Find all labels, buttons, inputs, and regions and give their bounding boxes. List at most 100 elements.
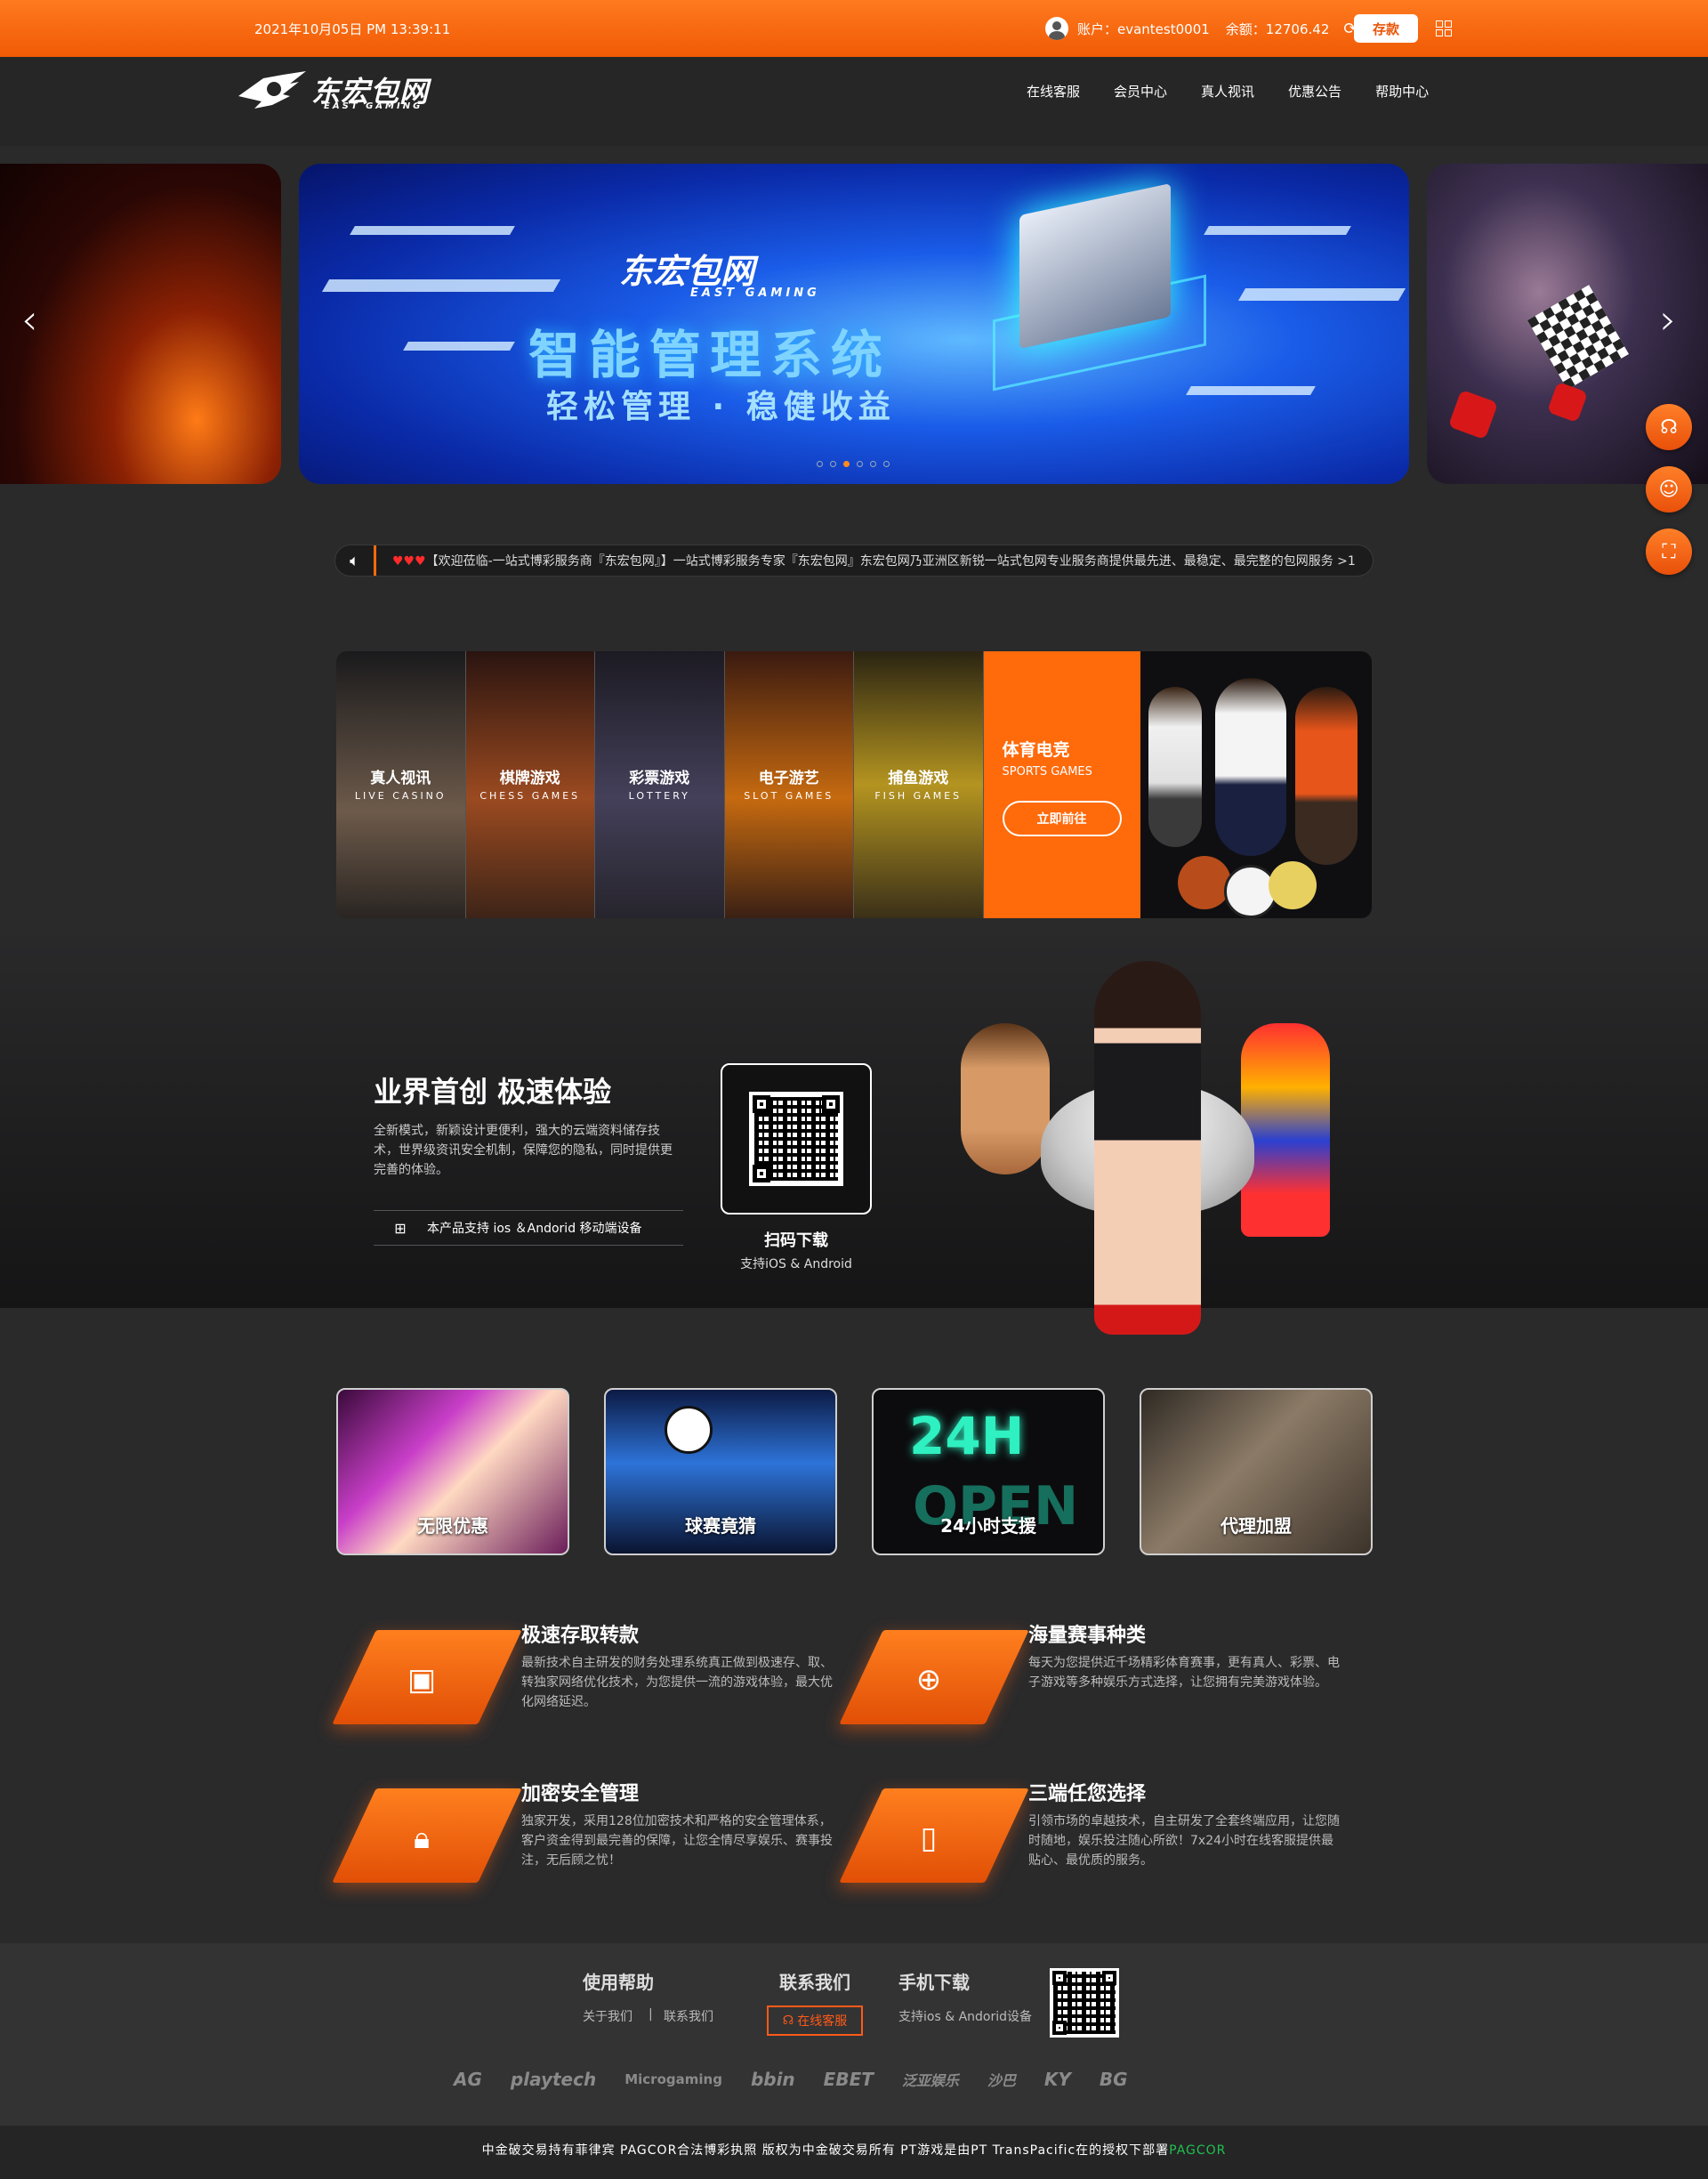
datetime-text: 2021年10月05日 PM 13:39:11 bbox=[254, 21, 451, 37]
eagle-logo-icon bbox=[238, 71, 306, 109]
carousel-dot[interactable] bbox=[817, 461, 823, 467]
scan-icon[interactable]: ⛶ bbox=[1646, 529, 1692, 575]
android-apple-icon: ⊞ bbox=[394, 1219, 407, 1237]
game-slot[interactable]: 电子游艺 SLOT GAMES bbox=[724, 651, 854, 918]
feature-card-24h-support[interactable]: 24H OPEN 24小时支援 bbox=[872, 1388, 1105, 1555]
game-fish[interactable]: 捕鱼游戏 FISH GAMES bbox=[854, 651, 984, 918]
user-avatar-icon[interactable] bbox=[1045, 17, 1068, 40]
app-support-text: 本产品支持 ios ＆Andorid 移动端设备 bbox=[427, 1222, 642, 1236]
headset-icon[interactable]: ☊ bbox=[1646, 404, 1692, 450]
app-qr-frame bbox=[721, 1063, 872, 1215]
service-desc: 引领市场的卓越技术，自主研发了全套终端应用，让您随时随地，娱乐投注随心所欲！7x… bbox=[1028, 1814, 1340, 1868]
feature-label: 球赛竟猜 bbox=[685, 1515, 756, 1537]
footer-contact-link[interactable]: 联系我们 bbox=[664, 2007, 713, 2025]
deposit-button[interactable]: 存款 bbox=[1354, 14, 1418, 43]
checkered-flag-image bbox=[1527, 285, 1630, 390]
jester-character-image bbox=[1241, 1023, 1330, 1237]
footer-qr-code[interactable] bbox=[1050, 1968, 1119, 2038]
app-heading: 业界首创 极速体验 bbox=[374, 1075, 612, 1109]
add-user-icon[interactable]: ☺ bbox=[1646, 466, 1692, 512]
service-title: 加密安全管理 bbox=[521, 1783, 640, 1805]
carousel-dot[interactable] bbox=[883, 461, 890, 467]
basketball-player-image bbox=[1294, 687, 1358, 865]
nav-promotions[interactable]: 优惠公告 bbox=[1288, 82, 1341, 101]
chevron-left-icon[interactable]: ‹ bbox=[21, 298, 46, 341]
game-title: 真人视讯 bbox=[370, 770, 431, 787]
footer-download-title: 手机下载 bbox=[898, 1972, 970, 1993]
nav-customer-service[interactable]: 在线客服 bbox=[1027, 82, 1080, 101]
nav-live-casino[interactable]: 真人视讯 bbox=[1201, 82, 1254, 101]
carousel-dots bbox=[817, 461, 890, 467]
copyright-text: 中金破交易持有菲律宾 PAGCOR合法博彩执照 版权为中金破交易所有 PT游戏是… bbox=[481, 2143, 1170, 2158]
feature-card-promotions[interactable]: 无限优惠 bbox=[336, 1388, 569, 1555]
speaker-icon: 🔈︎ bbox=[335, 545, 376, 576]
partner-logo: bbin bbox=[750, 2069, 795, 2090]
lock-icon: 🔒︎ bbox=[413, 1820, 431, 1856]
character-image bbox=[961, 1023, 1050, 1174]
soccer-ball-image bbox=[665, 1406, 713, 1454]
game-chess[interactable]: 棋牌游戏 CHESS GAMES bbox=[465, 651, 595, 918]
dice-image bbox=[1546, 381, 1589, 424]
game-live-casino[interactable]: 真人视讯 LIVE CASINO bbox=[336, 651, 466, 918]
game-title: 彩票游戏 bbox=[629, 770, 690, 787]
top-bar: 2021年10月05日 PM 13:39:11 账户：evantest0001 … bbox=[0, 0, 1708, 57]
game-lottery[interactable]: 彩票游戏 LOTTERY bbox=[595, 651, 725, 918]
wallet-icon: ▣ bbox=[407, 1662, 437, 1698]
feature-card-agent[interactable]: 代理加盟 bbox=[1140, 1388, 1373, 1555]
basketball-image bbox=[1177, 856, 1231, 909]
account-area: 账户：evantest0001 余额：12706.42 ⟳ bbox=[1045, 16, 1357, 41]
partner-logo: 泛亚娱乐 bbox=[901, 2072, 959, 2089]
service-title: 三端任您选择 bbox=[1028, 1783, 1147, 1805]
hearts-icon: ♥♥♥ bbox=[392, 554, 426, 569]
basketball-icon: ⊕ bbox=[915, 1662, 942, 1698]
game-en: SLOT GAMES bbox=[744, 790, 834, 802]
app-support-line: ⊞ 本产品支持 ios ＆Andorid 移动端设备 bbox=[374, 1210, 683, 1246]
announcement-marquee[interactable]: 🔈︎ ♥♥♥【欢迎莅临-一站式博彩服务商『东宏包网』】一站式博彩服务专家『东宏包… bbox=[334, 545, 1374, 577]
banner-main-slide[interactable]: 东宏包网 EAST GAMING 智能管理系统 轻松管理 · 稳健收益 bbox=[299, 164, 1409, 484]
carousel-dot[interactable] bbox=[857, 461, 863, 467]
go-now-button[interactable]: 立即前往 bbox=[1002, 801, 1122, 836]
partner-logo: EBET bbox=[823, 2069, 874, 2090]
banner-subtitle: 轻松管理 · 稳健收益 bbox=[546, 389, 896, 425]
partner-logo: 沙巴 bbox=[987, 2072, 1016, 2089]
footer-separator: | bbox=[649, 2007, 653, 2022]
grid-icon[interactable] bbox=[1436, 20, 1452, 36]
service-item: ▯ 三端任您选择 引领市场的卓越技术，自主研发了全套终端应用，让您随时随地，娱乐… bbox=[839, 1778, 1341, 1884]
hostess-image bbox=[1094, 961, 1201, 1335]
main-nav: 在线客服 会员中心 真人视讯 优惠公告 帮助中心 bbox=[1027, 82, 1462, 101]
feature-cards: 无限优惠 球赛竟猜 24H OPEN 24小时支援 代理加盟 bbox=[336, 1388, 1373, 1555]
carousel-dot[interactable] bbox=[830, 461, 836, 467]
nav-help-center[interactable]: 帮助中心 bbox=[1375, 82, 1429, 101]
footer-contact-title: 联系我们 bbox=[779, 1972, 850, 1993]
banner-logo: 东宏包网 bbox=[619, 252, 755, 291]
game-title: 棋牌游戏 bbox=[499, 770, 560, 787]
carousel-dot-active[interactable] bbox=[843, 461, 850, 467]
footer-about-link[interactable]: 关于我们 bbox=[583, 2007, 632, 2025]
sports-title: 体育电竞 bbox=[1002, 740, 1070, 760]
game-sports[interactable]: 体育电竞 SPORTS GAMES 立即前往 bbox=[983, 651, 1372, 918]
carousel-dot[interactable] bbox=[870, 461, 876, 467]
feature-card-sports-betting[interactable]: 球赛竟猜 bbox=[604, 1388, 837, 1555]
site-logo[interactable]: 东宏包网 EAST GAMING bbox=[237, 62, 441, 119]
game-en: FISH GAMES bbox=[874, 790, 963, 802]
service-item: 🔒︎ 加密安全管理 独家开发，采用128位加密技术和严格的安全管理体系，客户资金… bbox=[332, 1778, 834, 1884]
tennis-player-image bbox=[1148, 687, 1202, 847]
copyright-bar: 中金破交易持有菲律宾 PAGCOR合法博彩执照 版权为中金破交易所有 PT游戏是… bbox=[0, 2126, 1708, 2179]
partner-logo: playtech bbox=[510, 2069, 597, 2090]
game-en: LOTTERY bbox=[628, 790, 690, 802]
customer-service-button[interactable]: ☊ 在线客服 bbox=[767, 2005, 863, 2036]
service-title: 极速存取转款 bbox=[521, 1625, 640, 1647]
nav-member-center[interactable]: 会员中心 bbox=[1114, 82, 1167, 101]
service-item: ▣ 极速存取转款 最新技术自主研发的财务处理系统真正做到极速存、取、转独家网络优… bbox=[332, 1619, 834, 1726]
game-title: 捕鱼游戏 bbox=[888, 770, 949, 787]
partner-logo: BG bbox=[1099, 2069, 1128, 2090]
feature-label: 24小时支援 bbox=[940, 1515, 1036, 1537]
scan-download-subtitle: 支持iOS & Android bbox=[740, 1257, 852, 1271]
chevron-right-icon[interactable]: › bbox=[1660, 298, 1685, 341]
marquee-message: 【欢迎莅临-一站式博彩服务商『东宏包网』】一站式博彩服务专家『东宏包网』东宏包网… bbox=[425, 554, 1356, 569]
game-en: CHESS GAMES bbox=[479, 790, 581, 802]
app-description: 全新模式，新颖设计更便利，强大的云端资料储存技术，世界级资讯安全机制，保障您的隐… bbox=[374, 1124, 673, 1177]
app-qr-code[interactable] bbox=[749, 1092, 843, 1186]
neon-24h-text: 24H bbox=[909, 1406, 1025, 1466]
athlete-image bbox=[1214, 678, 1286, 856]
